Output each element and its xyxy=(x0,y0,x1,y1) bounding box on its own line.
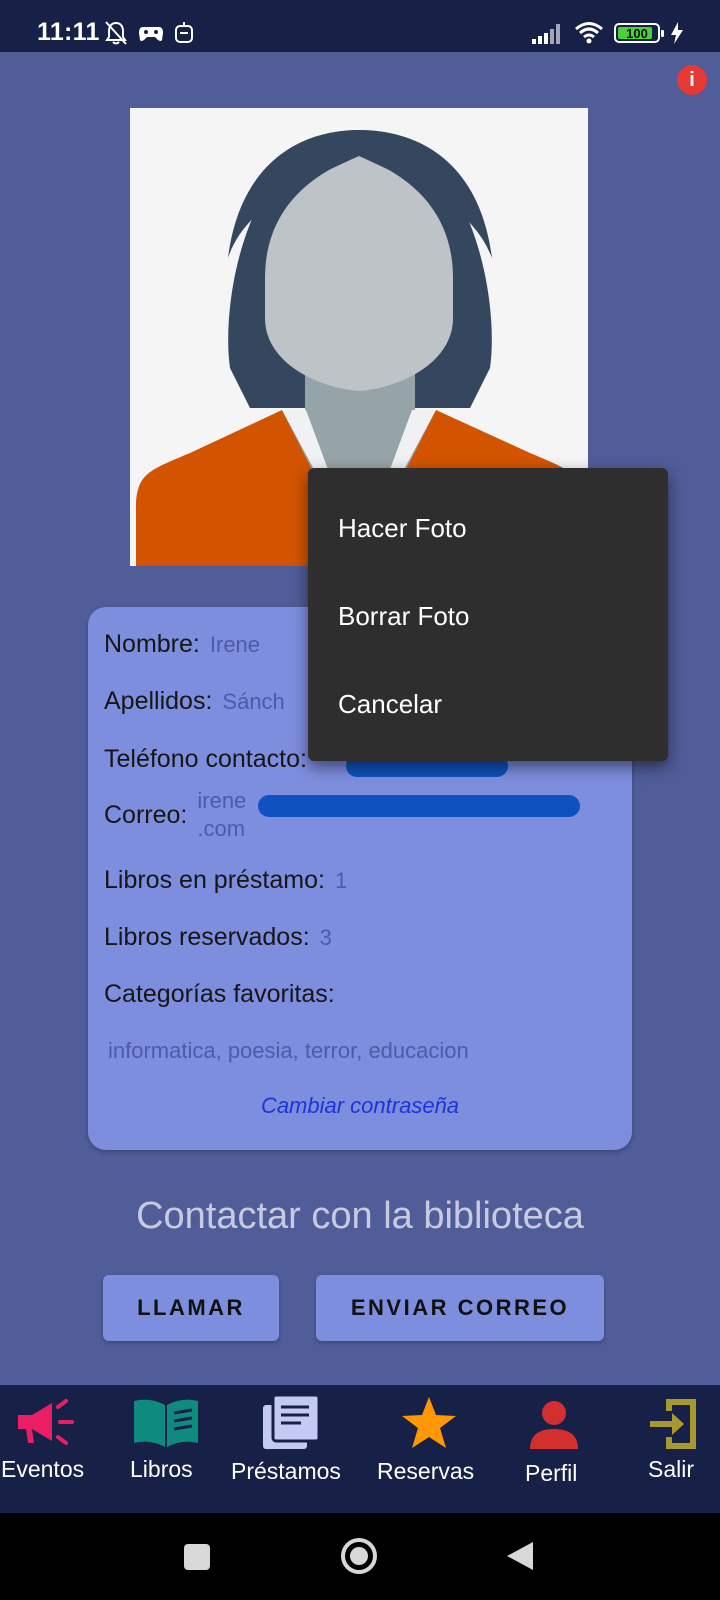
email-label: Correo: xyxy=(104,800,188,829)
battery-level: 100 xyxy=(626,25,648,41)
email-value-line1: irene xyxy=(197,788,247,813)
documents-icon xyxy=(263,1393,321,1449)
wifi-icon xyxy=(575,22,603,44)
cancel-option[interactable]: Cancelar xyxy=(338,689,442,720)
contact-title: Contactar con la biblioteca xyxy=(136,1195,584,1237)
signal-icon xyxy=(532,24,560,44)
status-bar: 11:11 100 xyxy=(0,0,720,52)
reservations-value: 3 xyxy=(319,925,332,950)
star-icon xyxy=(402,1397,456,1448)
loans-label: Libros en préstamo: xyxy=(104,866,325,894)
categories-label: Categorías favoritas: xyxy=(104,980,335,1008)
nav-label-eventos: Eventos xyxy=(1,1456,85,1482)
robot-icon xyxy=(175,22,193,43)
nav-item-salir[interactable]: Salir xyxy=(630,1385,710,1513)
change-password-link[interactable]: Cambiar contraseña xyxy=(88,1093,632,1119)
email-redaction xyxy=(258,795,580,817)
status-time: 11:11 xyxy=(37,18,100,46)
photo-options-menu: Hacer Foto Borrar Foto Cancelar xyxy=(308,468,668,761)
email-value: irene .com xyxy=(197,787,246,843)
home-icon[interactable] xyxy=(340,1537,378,1575)
nav-label-perfil: Perfil xyxy=(525,1460,578,1486)
reservations-label: Libros reservados: xyxy=(104,923,310,951)
back-icon[interactable] xyxy=(505,1540,535,1572)
game-controller-icon xyxy=(139,27,163,41)
nav-item-prestamos[interactable]: Préstamos xyxy=(228,1385,358,1513)
nav-label-salir: Salir xyxy=(648,1456,695,1482)
nav-label-prestamos: Préstamos xyxy=(231,1458,341,1484)
surname-value: Sánch xyxy=(222,689,285,714)
loans-value: 1 xyxy=(334,868,348,893)
phone-label: Teléfono contacto: xyxy=(104,745,307,773)
take-photo-option[interactable]: Hacer Foto xyxy=(338,513,467,544)
delete-photo-option[interactable]: Borrar Foto xyxy=(338,601,470,632)
send-email-button[interactable]: ENVIAR CORREO xyxy=(316,1275,604,1341)
open-book-icon xyxy=(134,1399,198,1447)
system-nav-bar xyxy=(0,1513,720,1600)
categories-value: informatica, poesia, terror, educacion xyxy=(108,1038,469,1063)
call-button[interactable]: LLAMAR xyxy=(103,1275,279,1341)
charging-bolt-icon xyxy=(671,22,683,44)
nav-label-reservas: Reservas xyxy=(377,1458,475,1484)
megaphone-icon xyxy=(18,1399,74,1445)
bottom-nav: Eventos Libros Préstamos Reservas Perfil… xyxy=(0,1385,720,1513)
name-label: Nombre: xyxy=(104,630,200,658)
nav-item-perfil[interactable]: Perfil xyxy=(510,1385,600,1513)
exit-icon xyxy=(650,1399,696,1449)
nav-item-reservas[interactable]: Reservas xyxy=(372,1385,488,1513)
battery-icon: 100 xyxy=(614,23,664,43)
nav-label-libros: Libros xyxy=(130,1456,193,1482)
nav-item-eventos[interactable]: Eventos xyxy=(0,1385,96,1513)
info-icon[interactable]: i xyxy=(677,65,707,95)
nav-item-libros[interactable]: Libros xyxy=(120,1385,220,1513)
surname-label: Apellidos: xyxy=(104,687,213,715)
bell-off-icon xyxy=(105,21,127,45)
recents-icon[interactable] xyxy=(183,1543,211,1571)
name-value: Irene xyxy=(209,632,261,657)
email-value-line2: .com xyxy=(197,816,246,841)
person-icon xyxy=(530,1401,578,1449)
